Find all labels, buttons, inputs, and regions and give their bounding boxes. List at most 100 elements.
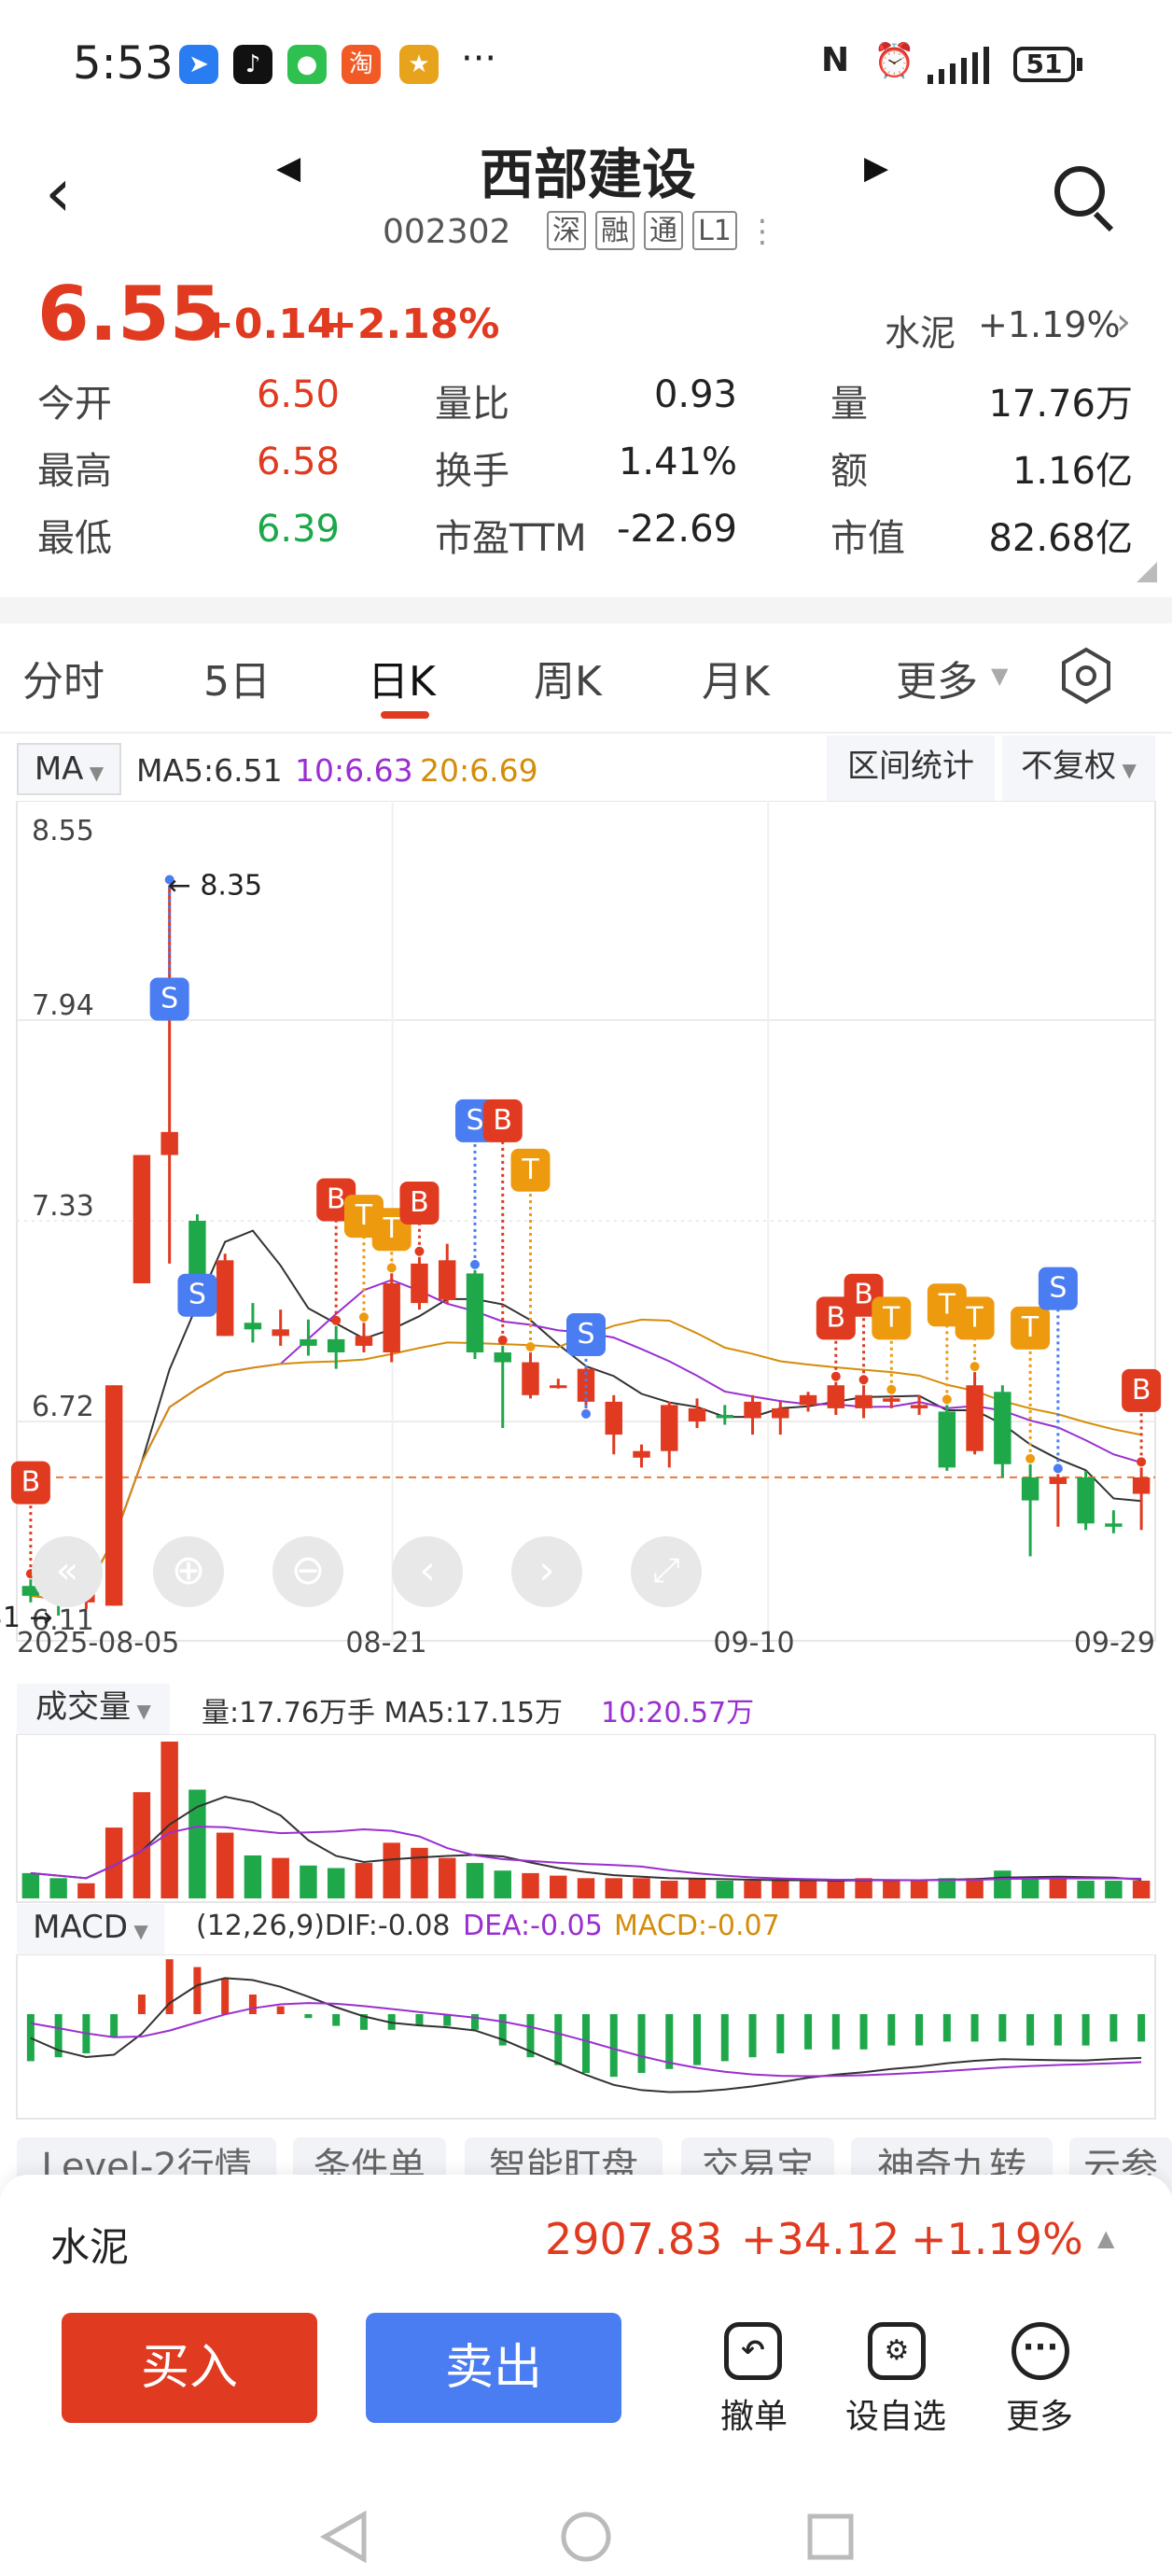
signal-S: S (577, 1318, 594, 1351)
more-tags-icon[interactable]: ⋮ (746, 213, 778, 250)
volume-bar (355, 1863, 373, 1898)
y-tick-label: 8.55 (32, 815, 94, 847)
candle-body (411, 1263, 428, 1304)
candle-body (744, 1401, 761, 1419)
tab-5day[interactable]: 5日 (203, 648, 271, 707)
y-tick-label: 7.94 (32, 989, 94, 1022)
nav-home-icon[interactable] (558, 2509, 614, 2565)
index-name[interactable]: 水泥 (50, 2216, 129, 2273)
macd-bar (193, 1967, 202, 2014)
signal-S: S (466, 1104, 483, 1137)
signal-dot (886, 1384, 897, 1394)
tab-daily-k[interactable]: 日K (368, 648, 436, 707)
fullscreen-icon[interactable]: ⤢ (631, 1536, 702, 1607)
tab-weekly-k[interactable]: 周K (534, 648, 602, 707)
signal-dot (1137, 1457, 1147, 1467)
stock-name: 西部建设 (479, 143, 696, 206)
signal-dot (858, 1375, 869, 1385)
tag-tong: 通 (644, 211, 683, 250)
signal-dot (469, 1259, 480, 1269)
cancel-order-icon[interactable]: ↶ (724, 2322, 782, 2380)
signal-dot (830, 1371, 841, 1381)
macd-bar (998, 2014, 1007, 2042)
search-icon[interactable] (1054, 166, 1105, 217)
prev-stock-icon[interactable]: ◀ (276, 149, 300, 187)
more-actions-icon[interactable]: ··· (1012, 2322, 1069, 2380)
candle-body (994, 1392, 1012, 1464)
tab-more[interactable]: 更多 (896, 648, 978, 707)
candle-body (966, 1385, 984, 1451)
next-stock-icon[interactable]: ▶ (864, 149, 888, 187)
volume-bar (938, 1878, 956, 1898)
label-turnover: 换手 (435, 450, 509, 493)
macd-dropdown[interactable]: MACD ▼ (17, 1904, 164, 1954)
label-pe-ttm: 市盈TTM (435, 517, 587, 560)
signal-T: T (383, 1212, 401, 1245)
jump-start-icon[interactable]: « (32, 1536, 103, 1607)
signal-dot (942, 1394, 952, 1405)
nav-back-icon[interactable] (317, 2509, 370, 2565)
signal-dot (386, 1263, 397, 1273)
macd-caret-icon: ▼ (128, 1920, 148, 1942)
candle-body (688, 1407, 706, 1421)
value-low: 6.39 (256, 508, 340, 551)
candle-body (883, 1398, 900, 1402)
volume-bar (272, 1857, 289, 1898)
cancel-order-label[interactable]: 撤单 (720, 2389, 788, 2438)
tab-more-caret-icon[interactable]: ▼ (991, 663, 1008, 689)
macd-bar (1053, 2014, 1062, 2046)
zoom-out-icon[interactable]: ⊖ (272, 1536, 343, 1607)
battery-tip (1077, 58, 1082, 71)
candle-body (716, 1414, 734, 1419)
label-amount: 额 (830, 450, 868, 493)
range-stats-button[interactable]: 区间统计 (827, 735, 995, 801)
volume-bar (466, 1863, 484, 1898)
buy-button[interactable]: 买入 (62, 2313, 317, 2423)
candle-body (160, 1131, 178, 1155)
volume-bar (1132, 1881, 1151, 1898)
add-watchlist-icon[interactable]: ⚙ (868, 2322, 926, 2380)
tab-monthly-k[interactable]: 月K (702, 648, 770, 707)
tab-intraday[interactable]: 分时 (22, 648, 105, 707)
tag-rong: 融 (595, 211, 635, 250)
ma-dropdown-label: MA (34, 750, 84, 788)
label-open: 今开 (37, 383, 112, 426)
industry-pct[interactable]: +1.19% (978, 304, 1121, 345)
macd-bar (776, 2014, 785, 2053)
macd-bar (693, 2014, 702, 2065)
macd-dea-text: DEA:-0.05 (463, 1910, 603, 1942)
candlestick-chart[interactable]: 8.557.947.336.726.11BSSBT TBS BTSBBT T T TSB←… (0, 801, 1172, 1659)
back-icon[interactable]: ‹ (45, 159, 72, 226)
macd-bar (110, 2014, 119, 2038)
volume-bar (688, 1878, 706, 1898)
expand-corner-icon[interactable] (1137, 562, 1157, 582)
industry-name[interactable]: 水泥 (885, 304, 956, 356)
x-tick-label: 09-10 (713, 1627, 794, 1659)
candle-body (1132, 1477, 1151, 1494)
ma-dropdown[interactable]: MA ▼ (17, 743, 121, 795)
volume-dropdown[interactable]: 成交量 ▼ (17, 1684, 170, 1734)
volume-dropdown-label: 成交量 (35, 1688, 132, 1726)
signal-S: S (188, 1279, 206, 1311)
signal-T: T (882, 1301, 900, 1334)
expand-up-icon[interactable]: ▲ (1097, 2225, 1114, 2251)
signal-dot (414, 1246, 425, 1256)
section-divider (0, 597, 1172, 623)
more-actions-label[interactable]: 更多 (1006, 2389, 1073, 2438)
pan-right-icon[interactable]: › (511, 1536, 582, 1607)
zoom-in-icon[interactable]: ⊕ (153, 1536, 224, 1607)
nav-recents-icon[interactable] (804, 2509, 857, 2565)
adjust-dropdown[interactable]: 不复权 ▼ (1002, 735, 1155, 801)
max-price-label: ← 8.35 (168, 869, 262, 902)
chevron-right-icon[interactable]: › (1116, 301, 1131, 343)
add-watchlist-label[interactable]: 设自选 (845, 2389, 946, 2438)
nfc-icon: N (821, 41, 850, 79)
signal-dot (581, 1408, 591, 1419)
pan-left-icon[interactable]: ‹ (392, 1536, 463, 1607)
candle-body (1077, 1477, 1095, 1524)
volume-bar (910, 1881, 928, 1898)
sell-button[interactable]: 卖出 (366, 2313, 621, 2423)
signal-T: T (938, 1288, 956, 1321)
value-amount: 1.16亿 (1012, 450, 1133, 493)
settings-hex-icon[interactable] (1056, 646, 1116, 706)
